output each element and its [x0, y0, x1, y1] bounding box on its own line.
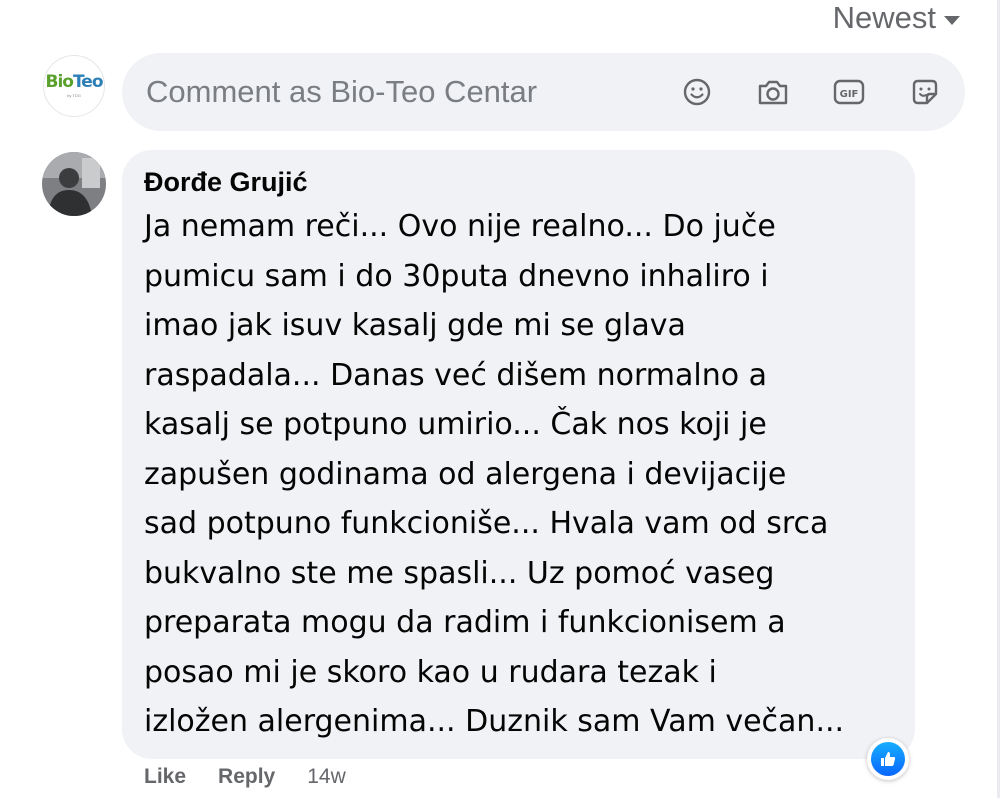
sticker-icon[interactable]: [907, 74, 943, 110]
sort-label: Newest: [832, 0, 936, 35]
comment-timestamp[interactable]: 14w: [307, 765, 346, 789]
comment-input[interactable]: [144, 73, 679, 111]
comment-bubble: Đorđe Grujić Ja nemam reči... Ovo nije r…: [122, 150, 915, 759]
camera-icon[interactable]: [755, 74, 791, 110]
gif-icon[interactable]: GIF: [831, 74, 867, 110]
sort-dropdown[interactable]: Newest: [833, 0, 960, 36]
commenter-avatar[interactable]: [42, 152, 106, 216]
comment-composer[interactable]: GIF: [122, 53, 965, 131]
biotheo-logo: BioTeo: [45, 72, 103, 92]
composer-tools: GIF: [679, 74, 943, 110]
like-reaction-badge[interactable]: [867, 738, 909, 780]
thumbs-up-icon: [881, 752, 896, 766]
comment-author[interactable]: Đorđe Grujić: [144, 166, 893, 198]
reply-button[interactable]: Reply: [218, 765, 275, 789]
like-button[interactable]: Like: [144, 765, 186, 789]
page-avatar[interactable]: BioTeo by TDG: [43, 55, 105, 117]
caret-down-icon: [944, 15, 960, 25]
emoji-icon[interactable]: [679, 74, 715, 110]
comment-text: Ja nemam reči... Ovo nije realno... Do j…: [144, 209, 845, 739]
svg-text:GIF: GIF: [840, 89, 859, 100]
comment-actions: Like Reply 14w: [144, 762, 346, 792]
logo-subtitle: by TDG: [67, 93, 81, 98]
